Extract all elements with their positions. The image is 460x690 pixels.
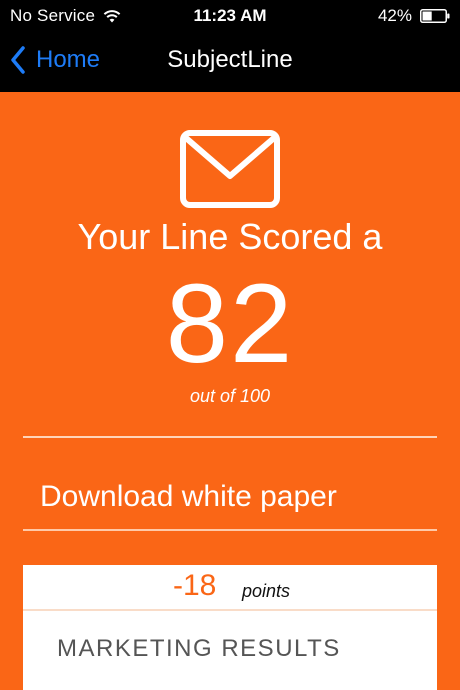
marketing-results-card: -18 points MARKETING RESULTS	[23, 565, 437, 690]
score-out-of: out of 100	[189, 386, 271, 406]
divider	[23, 529, 437, 531]
navigation-bar: Home SubjectLine	[0, 32, 460, 92]
points-row: -18 points	[23, 565, 437, 611]
download-white-paper-link[interactable]: Download white paper	[40, 480, 337, 514]
divider	[23, 436, 437, 438]
status-bar: No Service 11:23 AM 42%	[0, 0, 460, 32]
battery-icon	[420, 9, 450, 23]
battery-percent: 42%	[377, 6, 412, 25]
score-screen: Your Line Scored a 82 out of 100 Downloa…	[0, 92, 460, 690]
score-heading: Your Line Scored a	[77, 216, 383, 257]
page-title: SubjectLine	[0, 46, 460, 74]
score-value: 82	[165, 261, 295, 386]
page-title-text: SubjectLine	[167, 46, 293, 73]
envelope-icon	[180, 130, 280, 208]
marketing-results-title[interactable]: MARKETING RESULTS	[57, 635, 341, 663]
status-right: 42%	[378, 6, 450, 26]
points-label: points	[242, 581, 291, 601]
points-value: -18	[173, 569, 217, 602]
